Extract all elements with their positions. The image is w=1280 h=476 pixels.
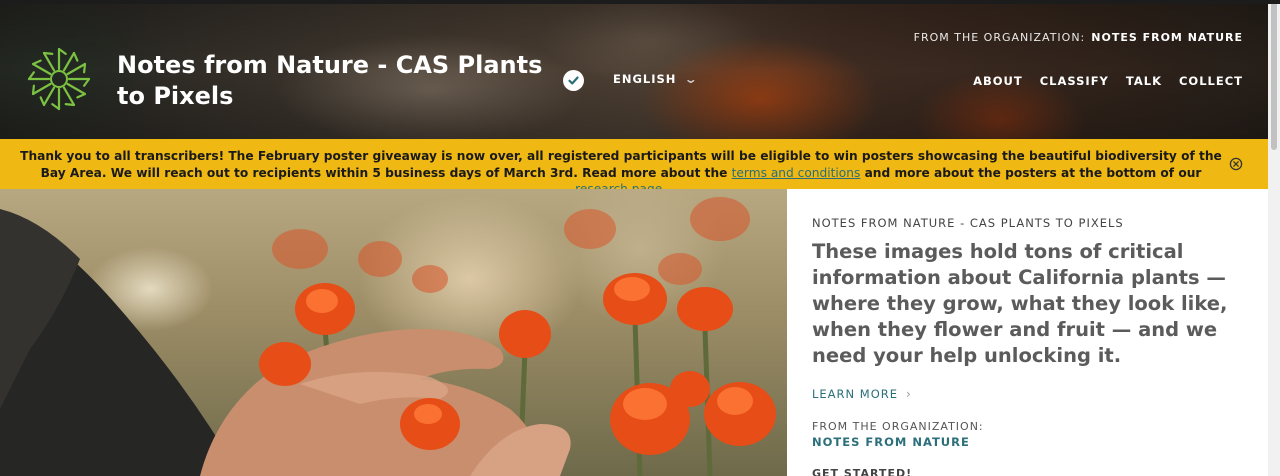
project-intro-panel: NOTES FROM NATURE - CAS PLANTS TO PIXELS… <box>787 189 1268 476</box>
hero-image <box>0 189 787 476</box>
terms-link[interactable]: terms and conditions <box>732 166 861 180</box>
announcement-banner: Thank you to all transcribers! The Febru… <box>0 139 1268 196</box>
project-header: Notes from Nature - CAS Plants to Pixels… <box>0 0 1280 139</box>
starburst-logo[interactable] <box>26 46 92 112</box>
check-badge-icon <box>563 70 584 91</box>
project-description: These images hold tons of critical infor… <box>812 240 1228 367</box>
nav-about[interactable]: ABOUT <box>973 74 1023 88</box>
banner-text-2: and more about the posters at the bottom… <box>860 165 1202 180</box>
org-link[interactable]: NOTES FROM NATURE <box>1091 31 1243 44</box>
get-started-heading: GET STARTED! <box>812 467 913 476</box>
nav-collect[interactable]: COLLECT <box>1179 74 1243 88</box>
learn-more-link[interactable]: LEARN MORE › <box>812 387 912 401</box>
chevron-right-icon: › <box>906 387 912 401</box>
top-border <box>0 0 1280 4</box>
page-scrollbar[interactable] <box>1268 0 1280 476</box>
organization-line: FROM THE ORGANIZATION: NOTES FROM NATURE <box>914 31 1243 44</box>
learn-more-label: LEARN MORE <box>812 387 899 401</box>
close-circle-icon[interactable] <box>1229 157 1243 171</box>
scrollbar-thumb[interactable] <box>1271 2 1277 150</box>
chevron-down-icon: ⌄ <box>684 72 700 86</box>
from-org-label: FROM THE ORGANIZATION: <box>812 420 984 433</box>
nav-talk[interactable]: TALK <box>1126 74 1162 88</box>
nav-classify[interactable]: CLASSIFY <box>1040 74 1109 88</box>
language-label: ENGLISH <box>613 72 677 86</box>
project-eyebrow: NOTES FROM NATURE - CAS PLANTS TO PIXELS <box>812 216 1124 230</box>
flower-photo <box>0 197 776 476</box>
language-select[interactable]: ENGLISH ⌄ <box>613 72 698 86</box>
project-title[interactable]: Notes from Nature - CAS Plants to Pixels <box>117 50 557 112</box>
org-prefix: FROM THE ORGANIZATION: <box>913 31 1086 44</box>
project-nav: ABOUT CLASSIFY TALK COLLECT <box>973 74 1243 88</box>
from-org-link[interactable]: NOTES FROM NATURE <box>812 435 970 449</box>
